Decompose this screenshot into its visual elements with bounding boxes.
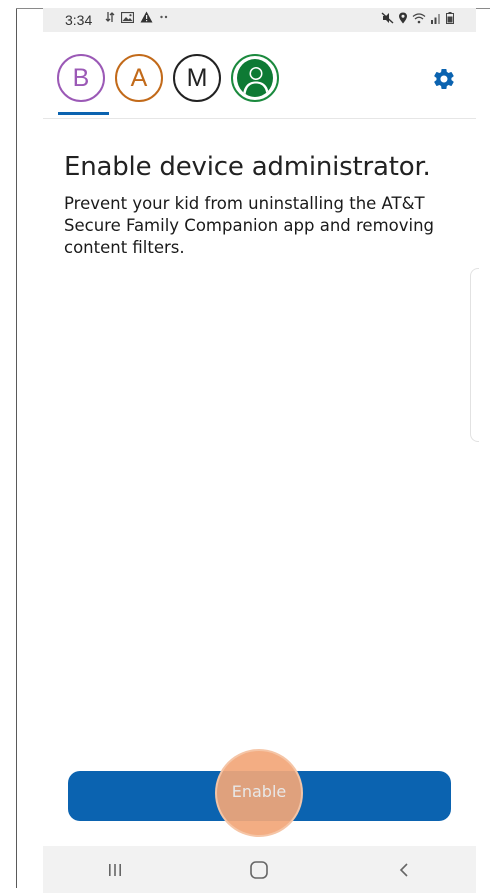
battery-icon	[446, 12, 454, 24]
edge-panel-handle[interactable]	[470, 268, 479, 442]
enable-button[interactable]	[68, 771, 451, 821]
back-icon	[399, 862, 408, 877]
profile-avatar-m[interactable]: M	[173, 54, 221, 102]
profile-initial: M	[186, 63, 208, 92]
gear-icon	[434, 69, 454, 90]
recent-apps-button[interactable]	[85, 850, 145, 890]
status-left-icons	[105, 11, 169, 23]
header-divider	[43, 118, 476, 119]
signal-icon	[431, 13, 440, 24]
profile-switcher: B A M	[57, 54, 279, 102]
back-button[interactable]	[374, 850, 434, 890]
profile-avatar-a[interactable]: A	[115, 54, 163, 102]
phone-screen: 3:34 B A M Enable device administrator. …	[43, 8, 479, 893]
person-icon	[237, 59, 273, 97]
recent-apps-icon	[109, 863, 122, 876]
wifi-icon	[412, 12, 426, 23]
page-description: Prevent your kid from uninstalling the A…	[64, 194, 435, 257]
more-dots-icon	[160, 15, 168, 19]
warning-icon	[140, 11, 153, 23]
profile-avatar-b[interactable]: B	[57, 54, 105, 102]
home-button[interactable]	[229, 850, 289, 890]
home-icon	[250, 860, 269, 879]
location-icon	[399, 12, 407, 24]
data-sync-icon	[105, 12, 115, 22]
page-title: Enable device administrator.	[64, 152, 431, 182]
profile-initial: A	[130, 63, 148, 92]
settings-button[interactable]	[432, 67, 456, 91]
status-right-icons	[381, 12, 454, 24]
frame-left-edge	[16, 8, 17, 888]
profile-avatar-person[interactable]	[231, 54, 279, 102]
mute-icon	[381, 12, 394, 24]
profile-initial: B	[72, 63, 90, 92]
screen: 3:34 B A M Enable device administrator. …	[0, 0, 490, 893]
status-time: 3:34	[65, 12, 93, 28]
status-bar: 3:34	[43, 8, 476, 32]
selected-profile-indicator	[58, 112, 109, 115]
image-icon	[121, 11, 134, 23]
system-nav-bar	[43, 846, 476, 893]
